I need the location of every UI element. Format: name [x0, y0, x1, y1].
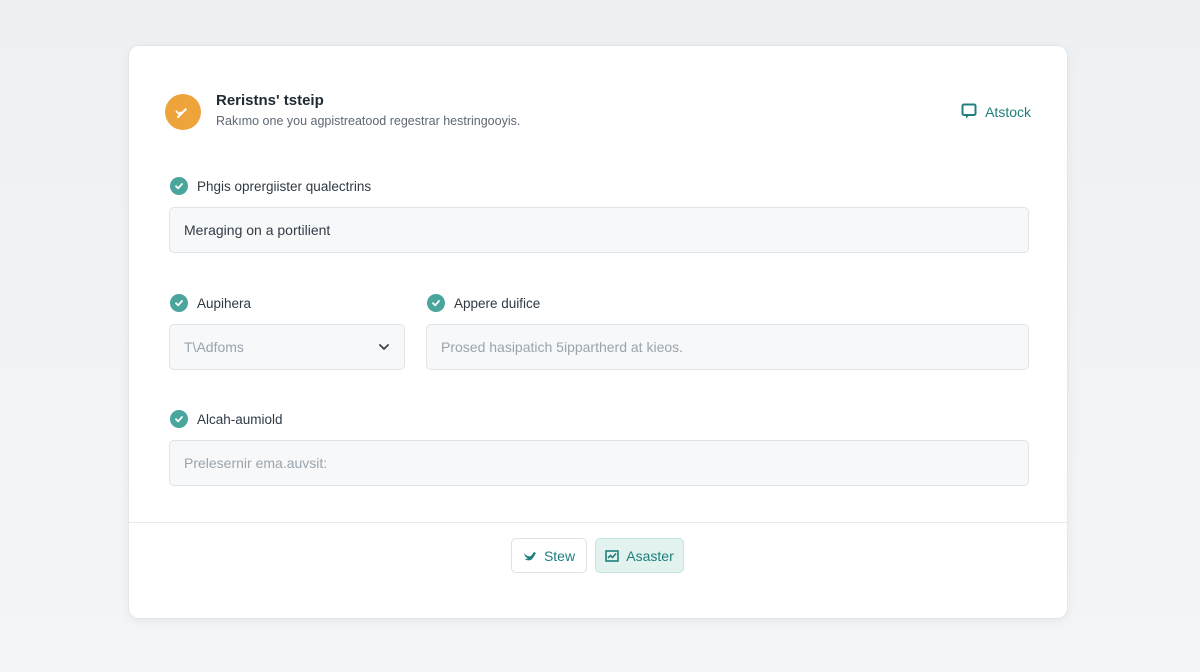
page-title: Reristns' tsteip [216, 92, 324, 109]
check-circle-icon [170, 177, 188, 195]
field2-label-text: Aupihera [197, 295, 252, 311]
field4-label: Alcah-aumiold [170, 410, 283, 428]
field4-input[interactable] [169, 440, 1029, 486]
field2-select-value: T\Adfoms [184, 339, 244, 355]
field1-input[interactable] [169, 207, 1029, 253]
field3-label: Appere duifice [427, 294, 540, 312]
check-circle-icon [170, 294, 188, 312]
field2-select[interactable]: T\Adfoms [169, 324, 405, 370]
chevron-down-icon [379, 344, 389, 350]
field1-label-text: Phgis oprergiister qualectrins [197, 178, 372, 194]
card-header: Reristns' tsteip Rakımo one you agpistre… [165, 92, 1031, 132]
registration-card: Reristns' tsteip Rakımo one you agpistre… [129, 46, 1067, 618]
field3-label-text: Appere duifice [454, 295, 541, 311]
check-circle-icon [170, 410, 188, 428]
stew-button-label: Stew [543, 547, 576, 564]
field1-label: Phgis oprergiister qualectrins [170, 177, 371, 195]
logo-badge [165, 94, 201, 130]
pencil-check-icon [175, 108, 187, 118]
footer-divider [129, 522, 1067, 523]
atstock-link-label: Atstock [985, 103, 1031, 120]
bird-icon [523, 551, 536, 560]
field2-label: Aupihera [170, 294, 251, 312]
field3-input[interactable] [426, 324, 1029, 370]
atstock-link[interactable]: Atstock [961, 103, 1031, 120]
asaster-button[interactable]: Asaster [595, 538, 684, 573]
asaster-button-label: Asaster [626, 547, 674, 564]
field4-label-text: Alcah-aumiold [197, 411, 283, 427]
comment-icon [961, 103, 977, 119]
page-subtitle: Rakımo one you agpistreatood regestrar h… [216, 114, 521, 128]
image-check-icon [605, 549, 620, 562]
check-circle-icon [427, 294, 445, 312]
stew-button[interactable]: Stew [511, 538, 587, 573]
